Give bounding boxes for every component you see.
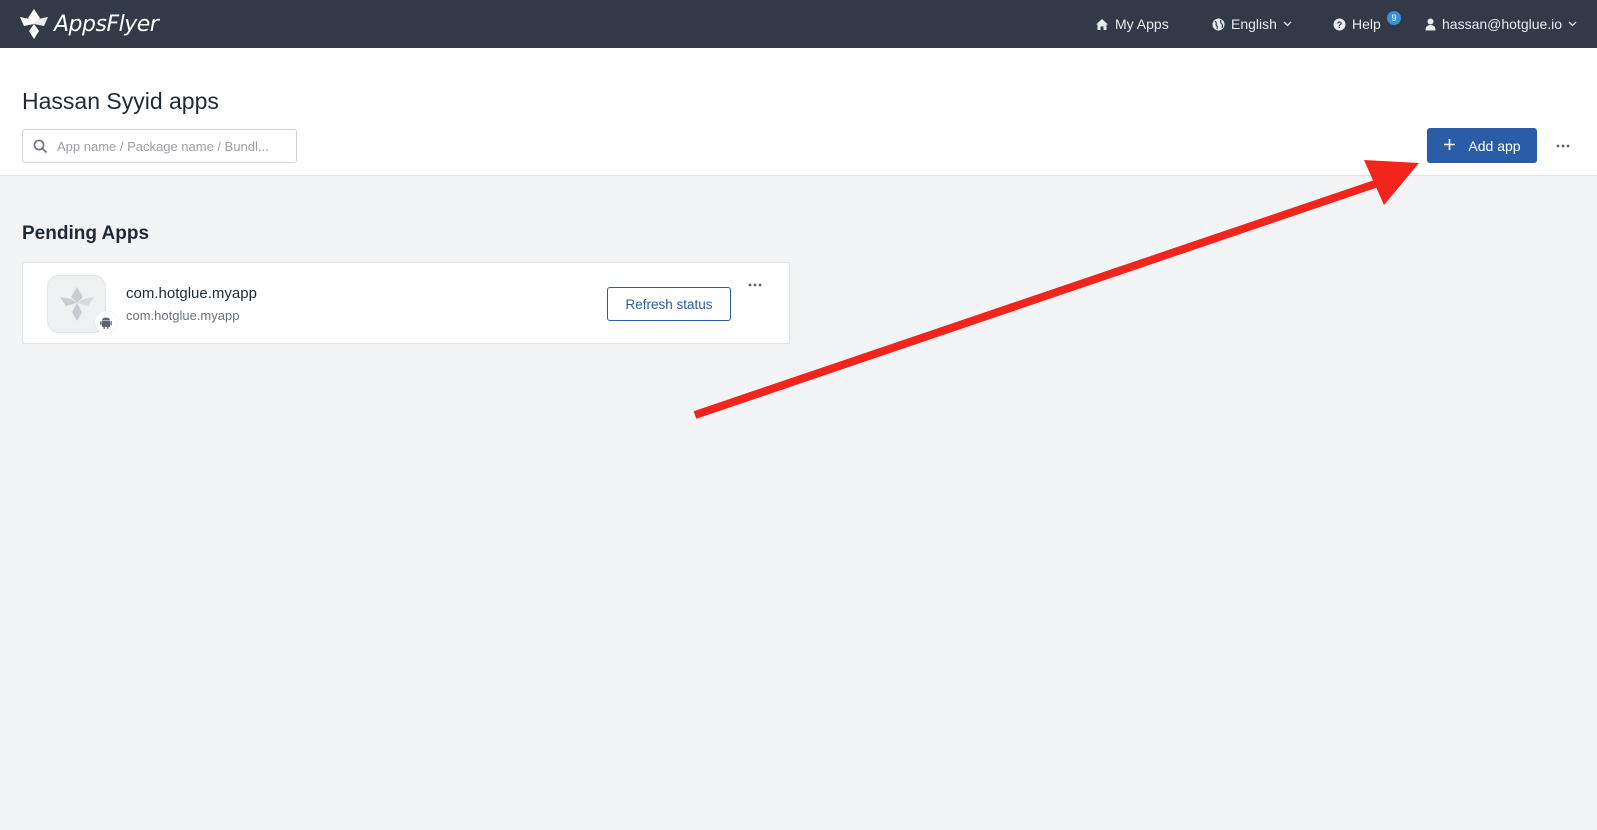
plus-icon [1443, 138, 1456, 154]
nav-language-label: English [1231, 16, 1277, 32]
search-input[interactable] [57, 138, 296, 154]
pending-apps-title: Pending Apps [22, 223, 150, 244]
chevron-down-icon [1568, 21, 1577, 27]
add-app-button[interactable]: Add app [1427, 128, 1537, 163]
svg-text:?: ? [1337, 20, 1343, 30]
appsflyer-logo-icon [20, 9, 48, 39]
page-title: Hassan Syyid apps [22, 88, 219, 114]
user-icon [1425, 18, 1436, 31]
android-icon [95, 311, 117, 333]
add-app-label: Add app [1468, 137, 1521, 154]
refresh-status-button[interactable]: Refresh status [607, 287, 731, 321]
nav-help-label: Help [1352, 16, 1381, 32]
appsflyer-logo[interactable]: AppsFlyer [18, 6, 159, 42]
nav-my-apps[interactable]: My Apps [1095, 0, 1169, 48]
nav-my-apps-label: My Apps [1115, 16, 1169, 32]
pending-app-card: com.hotglue.myapp com.hotglue.myapp Refr… [22, 262, 790, 344]
app-name[interactable]: com.hotglue.myapp [126, 285, 257, 302]
more-options-icon[interactable] [1553, 136, 1573, 156]
chevron-down-icon [1283, 21, 1292, 27]
home-icon [1095, 18, 1109, 31]
app-search [22, 129, 297, 163]
top-nav: AppsFlyer My Apps English ? Help 9 hassa… [0, 0, 1597, 48]
nav-language[interactable]: English [1212, 0, 1292, 48]
nav-user-label: hassan@hotglue.io [1442, 16, 1563, 32]
help-badge: 9 [1387, 11, 1401, 25]
brand-name: AppsFlyer [54, 11, 159, 37]
app-more-options-icon[interactable] [745, 277, 765, 293]
search-icon [33, 139, 48, 159]
globe-icon [1212, 18, 1225, 31]
question-circle-icon: ? [1333, 18, 1346, 31]
page-header: Hassan Syyid apps Add app [0, 48, 1597, 176]
app-package: com.hotglue.myapp [126, 308, 240, 323]
nav-help[interactable]: ? Help [1333, 0, 1381, 48]
nav-user-menu[interactable]: hassan@hotglue.io [1425, 0, 1577, 48]
